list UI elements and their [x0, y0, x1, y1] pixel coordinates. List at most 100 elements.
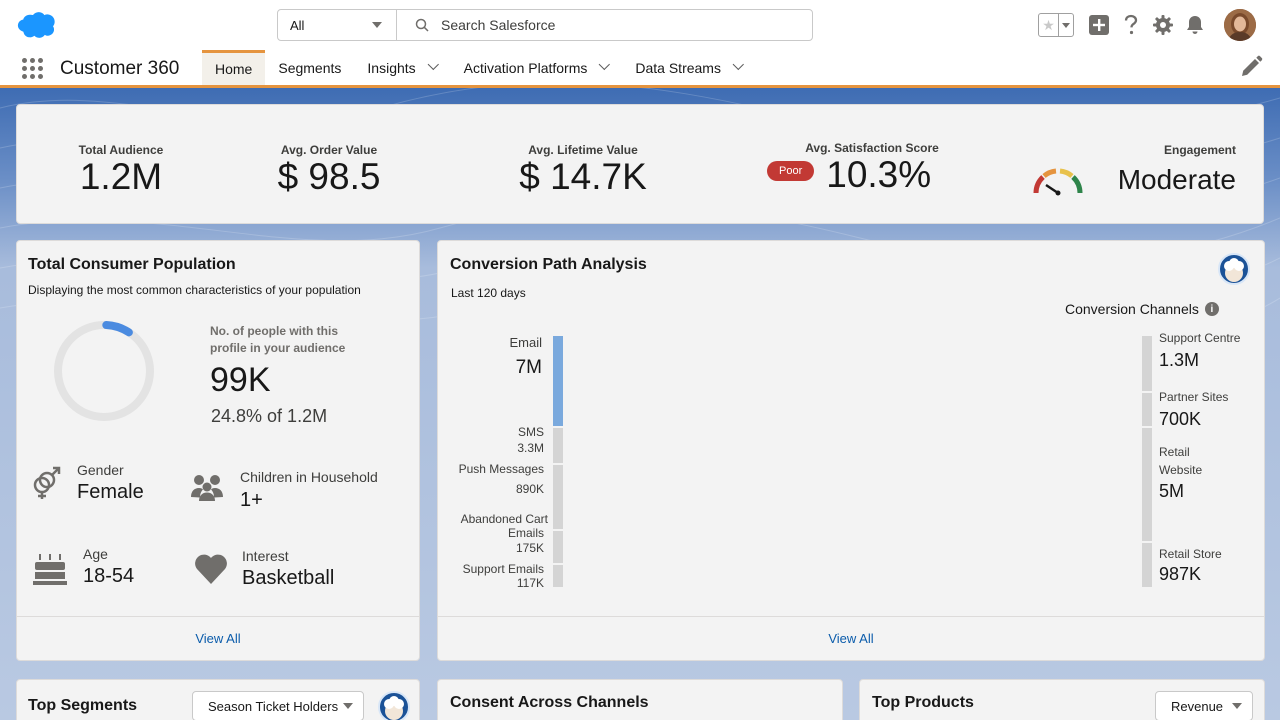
kpi-avg-satisfaction: Avg. Satisfaction Score Poor 10.3%: [767, 141, 957, 196]
birthday-cake-icon: [33, 554, 67, 585]
source-bar-push[interactable]: [553, 465, 563, 529]
profile-donut-chart: [54, 321, 154, 421]
tab-activation-platforms[interactable]: Activation Platforms: [451, 50, 623, 85]
salesforce-logo[interactable]: [16, 11, 58, 39]
edit-pencil-icon[interactable]: [1239, 55, 1263, 79]
segment-select[interactable]: Season Ticket Holders: [192, 691, 364, 720]
view-all-link[interactable]: View All: [195, 631, 240, 646]
source-bar-support-emails[interactable]: [553, 565, 563, 587]
chevron-down-icon[interactable]: [427, 58, 439, 70]
target-partner-sites-value: 700K: [1159, 409, 1202, 429]
target-support-centre-label: Support Centre: [1159, 331, 1241, 345]
help-icon[interactable]: [1120, 14, 1142, 36]
chevron-down-icon[interactable]: [599, 58, 611, 70]
conversion-channels-heading: Conversion Channels i: [1065, 301, 1219, 317]
favorites-menu-button[interactable]: [1059, 14, 1073, 36]
target-retail-store-label: Retail Store: [1159, 547, 1222, 561]
global-header: All ★: [0, 0, 1280, 50]
card-title: Total Consumer Population: [28, 256, 236, 273]
source-bar-abandoned-cart[interactable]: [553, 531, 563, 563]
source-abandoned-cart: Abandoned Cart Emails 175K: [444, 512, 548, 555]
target-support-centre-value: 1.3M: [1159, 350, 1200, 370]
setup-gear-icon[interactable]: [1152, 14, 1174, 36]
user-avatar[interactable]: [1224, 9, 1256, 41]
kpi-avg-lifetime-value: Avg. Lifetime Value $ 14.7K: [497, 143, 669, 198]
notifications-bell-icon[interactable]: [1184, 14, 1206, 36]
view-all-link[interactable]: View All: [828, 631, 873, 646]
gender-label: Gender: [77, 462, 124, 478]
target-retail-website-value: 5M: [1159, 481, 1185, 501]
kpi-value: 1.2M: [79, 156, 163, 197]
caret-down-icon: [372, 22, 382, 28]
target-bar-retail-store[interactable]: [1142, 543, 1152, 587]
metric-select-value: Revenue: [1171, 698, 1224, 714]
search-scope-dropdown[interactable]: All: [278, 10, 397, 40]
gender-icon: [33, 466, 61, 499]
source-sms-value: 3.3M: [517, 441, 544, 456]
kpi-label: Total Audience: [78, 143, 164, 157]
children-group-icon: [191, 475, 223, 501]
global-search: All: [277, 9, 813, 41]
children-label: Children in Household: [240, 469, 378, 485]
conversion-path-card: Conversion Path Analysis Last 120 days C…: [437, 240, 1265, 661]
source-sms: SMS 3.3M: [478, 424, 544, 456]
segment-select-value: Season Ticket Holders: [208, 698, 339, 714]
donut-progress-arc: [102, 321, 133, 337]
favorites-group: ★: [1038, 13, 1074, 37]
search-scope-label: All: [290, 17, 305, 33]
info-icon[interactable]: i: [1204, 302, 1219, 316]
metric-select[interactable]: Revenue: [1155, 691, 1253, 720]
kpi-engagement: Engagement Moderate: [1031, 143, 1236, 197]
source-email-value: 7M: [515, 357, 542, 378]
kpi-total-audience: Total Audience 1.2M: [57, 143, 185, 198]
card-footer: View All: [438, 616, 1264, 660]
source-bar-sms[interactable]: [553, 428, 563, 463]
target-bar-retail-website[interactable]: [1142, 428, 1152, 541]
top-segments-card: Top Segments Season Ticket Holders: [16, 679, 420, 720]
status-badge-poor: Poor: [767, 161, 815, 182]
kpi-value: $ 98.5: [277, 156, 381, 197]
target-retail-website-label-line1: Retail: [1159, 445, 1190, 459]
search-input[interactable]: [441, 17, 741, 33]
global-add-icon[interactable]: [1088, 14, 1110, 36]
target-partner-sites-label: Partner Sites: [1159, 390, 1229, 404]
tab-label: Data Streams: [635, 59, 721, 76]
einstein-avatar-icon[interactable]: [1218, 253, 1250, 285]
source-support-emails: Support Emails 117K: [444, 562, 544, 591]
period-label: Last 120 days: [451, 286, 526, 300]
tab-data-streams[interactable]: Data Streams: [622, 50, 756, 85]
source-support-value: 117K: [516, 576, 544, 591]
interest-value: Basketball: [242, 567, 335, 589]
tab-label: Segments: [278, 59, 342, 76]
age-label: Age: [83, 546, 108, 562]
profile-count-value: 99K: [210, 361, 271, 399]
target-retail-store-value: 987K: [1159, 564, 1202, 584]
gender-value: Female: [77, 481, 144, 503]
children-value: 1+: [240, 489, 263, 511]
app-launcher-icon[interactable]: [22, 58, 44, 80]
card-title: Top Segments: [28, 697, 138, 714]
nav-tabs: Home Segments Insights Activation Platfo…: [202, 50, 756, 85]
search-field: [397, 10, 812, 40]
profile-percentage: 24.8% of 1.2M: [211, 406, 328, 426]
kpi-value: $ 14.7K: [519, 156, 647, 197]
kpi-value: Moderate: [1117, 164, 1236, 195]
target-bar-partner-sites[interactable]: [1142, 393, 1152, 426]
profile-count-label: No. of people with this profile in your …: [210, 323, 345, 358]
header-utility-icons: ★: [1038, 9, 1256, 41]
tab-segments[interactable]: Segments: [265, 50, 354, 85]
chevron-down-icon[interactable]: [732, 58, 744, 70]
card-title: Top Products: [872, 694, 974, 711]
tab-insights[interactable]: Insights: [354, 50, 450, 85]
target-bar-support-centre[interactable]: [1142, 336, 1152, 391]
kpi-label: Avg. Satisfaction Score: [805, 141, 939, 155]
einstein-avatar-icon[interactable]: [378, 691, 410, 720]
source-support-label: Support Emails: [462, 562, 544, 576]
favorite-star-icon[interactable]: ★: [1039, 14, 1059, 36]
tab-home[interactable]: Home: [202, 50, 266, 85]
profile-label-line: No. of people with this: [210, 324, 338, 338]
source-bar-email[interactable]: [553, 336, 563, 426]
caret-down-icon: [1062, 22, 1070, 28]
app-name: Customer 360: [60, 58, 180, 79]
source-abandoned-label-line2: Emails: [507, 526, 544, 541]
